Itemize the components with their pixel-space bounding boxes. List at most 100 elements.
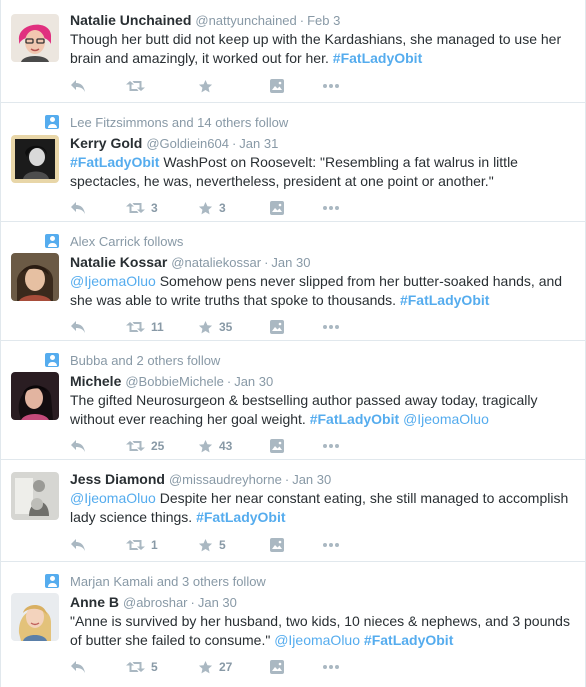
reply-button[interactable]: [70, 535, 126, 555]
tweet-author-name[interactable]: Jess Diamond: [70, 471, 165, 487]
tweet-author-name[interactable]: Natalie Unchained: [70, 12, 191, 28]
tweet-author-name[interactable]: Natalie Kossar: [70, 254, 167, 270]
favorite-count: 5: [219, 538, 226, 552]
more-dots-icon: [322, 542, 340, 548]
tweet-text: "Anne is survived by her husband, two ki…: [70, 612, 575, 650]
tweet-timestamp[interactable]: Jan 30: [271, 255, 310, 270]
tweet-actions: 15: [70, 534, 575, 556]
reply-icon: [70, 660, 86, 674]
mention-link[interactable]: @IjeomaOluo: [274, 632, 360, 648]
tweet[interactable]: Lee Fitzsimmons and 14 others follow Ker…: [1, 103, 585, 222]
reply-icon: [70, 201, 86, 215]
reply-icon: [70, 320, 86, 334]
photo-button[interactable]: [270, 535, 322, 555]
tweet-username[interactable]: @nattyunchained: [195, 13, 296, 28]
tweet-timestamp[interactable]: Feb 3: [307, 13, 340, 28]
photo-button[interactable]: [270, 436, 322, 456]
tweet-text: Though her butt did not keep up with the…: [70, 30, 575, 68]
reply-button[interactable]: [70, 198, 126, 218]
hashtag-link[interactable]: #FatLadyObit: [196, 509, 285, 525]
avatar[interactable]: [11, 253, 59, 301]
favorite-button[interactable]: 27: [198, 657, 270, 677]
more-button[interactable]: [322, 317, 362, 337]
mention-link[interactable]: @IjeomaOluo: [403, 411, 489, 427]
tweet-timestamp[interactable]: Jan 31: [239, 136, 278, 151]
retweet-button[interactable]: 1: [126, 535, 198, 555]
tweet-timestamp[interactable]: Jan 30: [198, 595, 237, 610]
reply-button[interactable]: [70, 657, 126, 677]
tweet[interactable]: Natalie Unchained @nattyunchained · Feb …: [1, 0, 585, 103]
reply-button[interactable]: [70, 317, 126, 337]
avatar[interactable]: [11, 472, 59, 520]
tweet-author-name[interactable]: Michele: [70, 373, 121, 389]
more-dots-icon: [322, 324, 340, 330]
more-dots-icon: [322, 205, 340, 211]
tweet-username[interactable]: @BobbieMichele: [125, 374, 223, 389]
retweet-count: 3: [151, 201, 158, 215]
tweet-text-segment: Though her butt did not keep up with the…: [70, 31, 562, 66]
mention-link[interactable]: @IjeomaOluo: [70, 490, 156, 506]
photo-button[interactable]: [270, 317, 322, 337]
mention-link[interactable]: @IjeomaOluo: [70, 273, 156, 289]
avatar[interactable]: [11, 593, 59, 641]
favorite-button[interactable]: 3: [198, 198, 270, 218]
tweet[interactable]: Marjan Kamali and 3 others follow Anne B…: [1, 562, 585, 687]
tweet[interactable]: Bubba and 2 others follow Michele @Bobbi…: [1, 341, 585, 460]
photo-button[interactable]: [270, 657, 322, 677]
tweet-actions: 25 43: [70, 435, 575, 457]
reply-icon: [70, 439, 86, 453]
more-button[interactable]: [322, 657, 362, 677]
tweet[interactable]: Jess Diamond @missaudreyhorne · Jan 30 @…: [1, 460, 585, 562]
tweet-username[interactable]: @Goldiein604: [146, 136, 229, 151]
avatar[interactable]: [11, 372, 59, 420]
favorite-button[interactable]: 43: [198, 436, 270, 456]
more-dots-icon: [322, 83, 340, 89]
follow-context: Bubba and 2 others follow: [45, 351, 575, 369]
retweet-icon: [126, 439, 145, 453]
photo-button[interactable]: [270, 198, 322, 218]
star-icon: [198, 538, 213, 553]
favorite-button[interactable]: [198, 76, 270, 96]
more-button[interactable]: [322, 436, 362, 456]
tweet-username[interactable]: @abroshar: [123, 595, 188, 610]
image-icon: [270, 538, 284, 552]
tweet-username[interactable]: @nataliekossar: [171, 255, 261, 270]
more-button[interactable]: [322, 198, 362, 218]
star-icon: [198, 201, 213, 216]
retweet-count: 5: [151, 660, 158, 674]
favorite-count: 3: [219, 201, 226, 215]
photo-button[interactable]: [270, 76, 322, 96]
favorite-button[interactable]: 5: [198, 535, 270, 555]
more-dots-icon: [322, 443, 340, 449]
retweet-button[interactable]: 25: [126, 436, 198, 456]
follow-context-text: Lee Fitzsimmons and 14 others follow: [70, 114, 289, 130]
tweet-timestamp[interactable]: Jan 30: [292, 472, 331, 487]
tweet-timestamp[interactable]: Jan 30: [234, 374, 273, 389]
reply-button[interactable]: [70, 436, 126, 456]
retweet-icon: [126, 538, 145, 552]
tweet-author-name[interactable]: Kerry Gold: [70, 135, 142, 151]
tweet-actions: 5 27: [70, 656, 575, 678]
hashtag-link[interactable]: #FatLadyObit: [364, 632, 453, 648]
favorite-button[interactable]: 35: [198, 317, 270, 337]
retweet-button[interactable]: 5: [126, 657, 198, 677]
hashtag-link[interactable]: #FatLadyObit: [333, 50, 422, 66]
tweet-author-name[interactable]: Anne B: [70, 594, 119, 610]
tweet[interactable]: Alex Carrick follows Natalie Kossar @nat…: [1, 222, 585, 341]
retweet-button[interactable]: [126, 76, 198, 96]
star-icon: [198, 79, 213, 94]
retweet-button[interactable]: 3: [126, 198, 198, 218]
more-button[interactable]: [322, 76, 362, 96]
more-button[interactable]: [322, 535, 362, 555]
more-dots-icon: [322, 664, 340, 670]
avatar[interactable]: [11, 135, 59, 183]
hashtag-link[interactable]: #FatLadyObit: [70, 154, 159, 170]
person-icon: [45, 234, 59, 248]
hashtag-link[interactable]: #FatLadyObit: [400, 292, 489, 308]
reply-button[interactable]: [70, 76, 126, 96]
hashtag-link[interactable]: #FatLadyObit: [310, 411, 399, 427]
avatar[interactable]: [11, 14, 59, 62]
retweet-button[interactable]: 11: [126, 317, 198, 337]
tweet-username[interactable]: @missaudreyhorne: [169, 472, 282, 487]
retweet-count: 11: [151, 320, 164, 334]
